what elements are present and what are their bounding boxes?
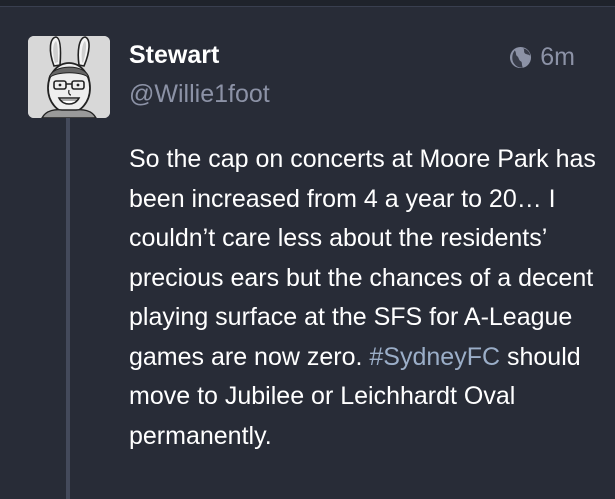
globe-icon: [510, 46, 532, 69]
status-meta: 6m: [509, 43, 575, 72]
top-divider: [0, 0, 615, 7]
account-handle[interactable]: @Willie1foot: [129, 80, 270, 109]
relative-timestamp[interactable]: 6m: [540, 43, 575, 72]
display-name[interactable]: Stewart: [129, 41, 219, 70]
status-content: So the cap on concerts at Moore Park has…: [129, 140, 599, 456]
visibility-globe: [509, 46, 532, 69]
hashtag-link[interactable]: #SydneyFC: [369, 343, 500, 371]
thread-connector-line: [66, 118, 70, 499]
bunny-ears-cartoon-avatar-icon: [28, 36, 110, 118]
avatar[interactable]: [28, 36, 110, 118]
status-text: So the cap on concerts at Moore Park has…: [129, 140, 599, 456]
status-text-before: So the cap on concerts at Moore Park has…: [129, 145, 596, 371]
